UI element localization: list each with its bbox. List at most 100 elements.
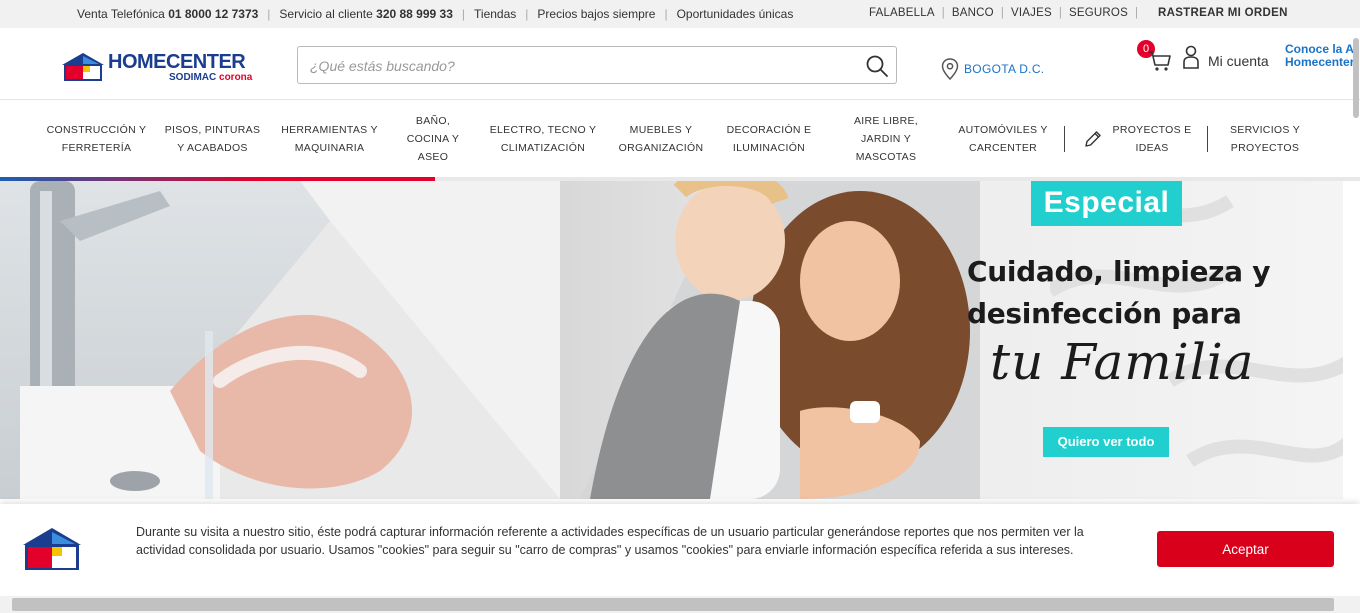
separator: | — [1058, 7, 1063, 19]
vertical-scrollbar-thumb[interactable] — [1353, 38, 1359, 118]
precios-link[interactable]: Precios bajos siempre — [537, 7, 655, 21]
banco-link[interactable]: BANCO — [952, 7, 994, 19]
hero-headline: Cuidado, limpieza y desinfección para — [967, 251, 1270, 335]
brand-name: HOMECENTER — [108, 51, 246, 73]
cart-button[interactable]: 0 — [1136, 40, 1172, 74]
category-label: PROYECTOS E — [1112, 124, 1192, 136]
servicio-label: Servicio al cliente — [279, 7, 373, 21]
especial-badge: Especial — [1031, 181, 1182, 226]
house-logo-icon — [62, 53, 104, 81]
account-label: Mi cuenta — [1208, 53, 1269, 69]
top-utility-bar: Venta Telefónica 01 8000 12 7373 | Servi… — [0, 0, 1360, 28]
category-label: PISOS, PINTURAS — [164, 124, 261, 136]
homecenter-logo[interactable]: HOMECENTER SODIMAC corona — [61, 50, 261, 84]
user-icon — [1183, 45, 1199, 69]
hero-headline-line-2: desinfección para — [967, 297, 1242, 330]
category-label: ILUMINACIÓN — [732, 142, 806, 154]
servicio-number[interactable]: 320 88 999 33 — [376, 7, 453, 21]
separator: | — [525, 7, 529, 21]
category-label: Y ACABADOS — [177, 142, 248, 154]
viajes-link[interactable]: VIAJES — [1011, 7, 1052, 19]
category-label: MAQUINARIA — [294, 142, 365, 154]
category-label: SERVICIOS Y — [1229, 124, 1301, 136]
servicio-cliente: Servicio al cliente 320 88 999 33 — [279, 7, 452, 21]
accept-cookies-button[interactable]: Aceptar — [1157, 531, 1334, 567]
category-herramientas[interactable]: HERRAMIENTAS Y MAQUINARIA — [277, 100, 382, 178]
separator: | — [1000, 7, 1005, 19]
category-decoracion[interactable]: DECORACIÓN E ILUMINACIÓN — [723, 100, 815, 178]
vertical-scrollbar[interactable] — [1351, 28, 1360, 596]
category-label: IDEAS — [1135, 142, 1169, 154]
seguros-link[interactable]: SEGUROS — [1069, 7, 1128, 19]
hero-headline-line-1: Cuidado, limpieza y — [967, 255, 1271, 288]
conoce-app-link[interactable]: Conoce la A Homecenter — [1285, 43, 1354, 69]
category-bano[interactable]: BAÑO, COCINA Y ASEO — [397, 100, 469, 178]
category-label: BAÑO, — [415, 115, 451, 127]
category-proyectos-ideas[interactable]: PROYECTOS E IDEAS — [1078, 100, 1196, 178]
category-label: COCINA Y — [406, 133, 460, 145]
category-label: ASEO — [417, 151, 449, 163]
faucet-hands-illustration — [20, 181, 600, 499]
separator: | — [1134, 7, 1139, 19]
hero-handwashing-image — [0, 181, 600, 499]
oportunidades-link[interactable]: Oportunidades únicas — [677, 7, 794, 21]
cookie-banner: Durante su visita a nuestro sitio, éste … — [0, 504, 1360, 596]
category-label: MASCOTAS — [855, 151, 917, 163]
category-aire-libre[interactable]: AIRE LIBRE, JARDIN Y MASCOTAS — [841, 100, 931, 178]
venta-number[interactable]: 01 8000 12 7373 — [168, 7, 258, 21]
category-pisos[interactable]: PISOS, PINTURAS Y ACABADOS — [160, 100, 265, 178]
separator: | — [664, 7, 668, 21]
category-label: PROYECTOS — [1230, 142, 1300, 154]
category-label: ORGANIZACIÓN — [618, 142, 704, 154]
separator: | — [461, 7, 466, 21]
quiero-ver-todo-button[interactable]: Quiero ver todo — [1043, 427, 1169, 457]
hero-banner[interactable]: Especial Cuidado, limpieza y desinfecció… — [0, 181, 1343, 499]
brand-subtitle: SODIMAC corona — [169, 72, 252, 83]
category-electro[interactable]: ELECTRO, TECNO Y CLIMATIZACIÓN — [487, 100, 599, 178]
category-construccion[interactable]: CONSTRUCCIÓN Y FERRETERÍA — [44, 100, 149, 178]
category-nav: CONSTRUCCIÓN Y FERRETERÍA PISOS, PINTURAS… — [0, 100, 1360, 178]
cart-icon — [1149, 51, 1171, 71]
category-label: FERRETERÍA — [61, 142, 132, 154]
category-label: ELECTRO, TECNO Y — [489, 124, 597, 136]
venta-telefonica: Venta Telefónica 01 8000 12 7373 — [77, 7, 258, 21]
hero-script-text: tu Familia — [990, 333, 1255, 391]
horizontal-scrollbar[interactable] — [0, 596, 1360, 613]
main-header: HOMECENTER SODIMAC corona BOGOTA D.C. 0 … — [0, 28, 1360, 100]
category-label: JARDIN Y — [860, 133, 912, 145]
location-label: BOGOTA D.C. — [964, 62, 1045, 76]
search-box — [297, 46, 897, 84]
category-label: AUTOMÓVILES Y — [958, 124, 1048, 136]
category-label: CONSTRUCCIÓN Y — [46, 124, 147, 136]
contact-links: Venta Telefónica 01 8000 12 7373 | Servi… — [77, 7, 793, 21]
separator: | — [941, 7, 945, 19]
horizontal-scrollbar-thumb[interactable] — [12, 598, 1334, 611]
venta-label: Venta Telefónica — [77, 7, 165, 21]
pencil-icon — [1084, 131, 1101, 147]
house-logo-icon — [23, 528, 81, 570]
category-servicios[interactable]: SERVICIOS Y PROYECTOS — [1220, 100, 1310, 178]
nav-divider — [1064, 126, 1065, 152]
separator: | — [267, 7, 271, 21]
search-input[interactable] — [310, 56, 850, 76]
corona-label: corona — [219, 72, 253, 83]
rastrear-orden-link[interactable]: RASTREAR MI ORDEN — [1158, 7, 1288, 19]
search-icon[interactable] — [864, 53, 890, 79]
account-link[interactable]: Mi cuenta — [1182, 45, 1269, 69]
cookie-message: Durante su visita a nuestro sitio, éste … — [136, 525, 1084, 557]
category-label: CARCENTER — [968, 142, 1038, 154]
sodimac-label: SODIMAC — [169, 72, 217, 83]
map-pin-icon — [941, 58, 959, 80]
category-label: MUEBLES Y — [629, 124, 693, 136]
group-links: FALABELLA | BANCO | VIAJES | SEGUROS | — [869, 7, 1145, 19]
location-selector[interactable]: BOGOTA D.C. — [941, 58, 1044, 80]
conoce-line-2: Homecenter — [1285, 55, 1355, 69]
category-label: HERRAMIENTAS Y — [281, 124, 378, 136]
tiendas-link[interactable]: Tiendas — [474, 7, 516, 21]
category-muebles[interactable]: MUEBLES Y ORGANIZACIÓN — [612, 100, 710, 178]
category-automoviles[interactable]: AUTOMÓVILES Y CARCENTER — [953, 100, 1053, 178]
nav-divider — [1207, 126, 1208, 152]
category-label: DECORACIÓN E — [726, 124, 812, 136]
category-label: CLIMATIZACIÓN — [500, 142, 586, 154]
falabella-link[interactable]: FALABELLA — [869, 7, 935, 19]
